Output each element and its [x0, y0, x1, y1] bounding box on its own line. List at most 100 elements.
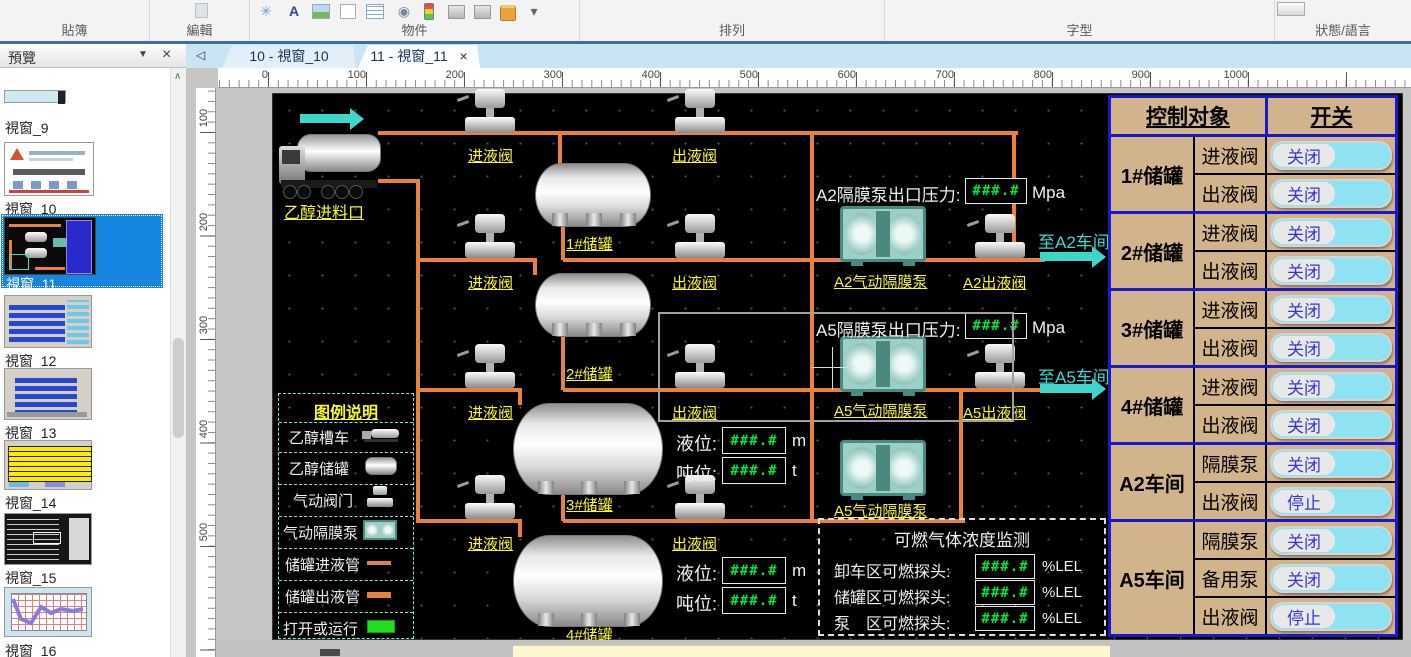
- preview-scrollbar[interactable]: ∧: [170, 68, 186, 657]
- outlet-valve-2[interactable]: [675, 214, 725, 260]
- pipe-tank2-in[interactable]: [533, 260, 537, 275]
- outlet-valve-2-label[interactable]: 出液阀: [672, 272, 717, 293]
- inlet-valve-2[interactable]: [465, 214, 515, 260]
- pipe-feed-vertical[interactable]: [416, 179, 420, 523]
- gas-row2-display[interactable]: ###.#: [975, 580, 1035, 605]
- tab-close-icon[interactable]: ×: [460, 48, 468, 64]
- pipe-tank2-out[interactable]: [561, 335, 565, 390]
- scrollbar-thumb[interactable]: [173, 338, 184, 438]
- a2-pressure-label[interactable]: A2隔膜泵出口压力:: [816, 181, 961, 206]
- to-a2-arrow-body[interactable]: [1040, 252, 1092, 261]
- inlet-valve-3-label[interactable]: 进液阀: [468, 402, 513, 423]
- device-object-icon[interactable]: [448, 5, 465, 19]
- switch-button-tank3-outlet[interactable]: 关闭: [1270, 333, 1392, 362]
- objects-dropdown-icon[interactable]: ▾: [524, 2, 544, 21]
- tab-window-11[interactable]: 11 - 視窗_11 ×: [358, 45, 480, 68]
- switch-button-tank2-inlet[interactable]: 关闭: [1270, 218, 1392, 247]
- a2-outlet-valve[interactable]: [975, 214, 1025, 260]
- tank3-tons-label[interactable]: 吨位:: [676, 460, 717, 486]
- chart-object-icon[interactable]: [474, 5, 491, 19]
- tank2-label[interactable]: 2#储罐: [566, 363, 613, 384]
- tank3-tons-display[interactable]: ###.#: [722, 457, 786, 484]
- gas-monitor-panel[interactable]: 可燃气体浓度监测 卸车区可燃探头: ###.# %LEL 储罐区可燃探头: ##…: [818, 518, 1106, 636]
- tank4-tons-label[interactable]: 吨位:: [676, 590, 717, 616]
- switch-button-a2-outlet[interactable]: 停止: [1270, 487, 1392, 516]
- table-object-icon[interactable]: [366, 4, 384, 19]
- thumbnail-win14[interactable]: [4, 440, 92, 490]
- switch-button-tank1-outlet[interactable]: 关闭: [1270, 179, 1392, 208]
- pipe-row2-a2[interactable]: [563, 258, 1045, 262]
- status-small-button[interactable]: [1277, 2, 1305, 16]
- thumbnail-win10[interactable]: [4, 142, 94, 196]
- switch-button-tank1-inlet[interactable]: 关闭: [1270, 141, 1392, 170]
- pipe-tank4-in[interactable]: [518, 521, 522, 537]
- thumbnail-win11-selection[interactable]: 視窗_11: [1, 214, 163, 288]
- thumbnail-label-win15[interactable]: 視窗_15: [5, 568, 56, 588]
- tank3-level-display[interactable]: ###.#: [722, 427, 786, 454]
- switch-button-a5-outlet[interactable]: 停止: [1270, 602, 1392, 631]
- pipe-tank1-in[interactable]: [558, 133, 562, 165]
- thumbnail-win11[interactable]: [4, 217, 96, 275]
- tab-window-10[interactable]: 10 - 視窗_10: [222, 45, 356, 69]
- switch-button-a2-pump[interactable]: 关闭: [1270, 449, 1392, 478]
- tank4-level-display[interactable]: ###.#: [722, 557, 786, 584]
- tank-2[interactable]: [535, 273, 651, 337]
- switch-button-a5-backup-pump[interactable]: 关闭: [1270, 564, 1392, 593]
- a5-diaphragm-pump-2[interactable]: [840, 440, 926, 496]
- scrollbar-up-icon[interactable]: ∧: [174, 71, 181, 82]
- tanker-truck[interactable]: [277, 124, 381, 198]
- tank3-level-label[interactable]: 液位:: [676, 430, 717, 456]
- thumbnail-win16[interactable]: [4, 587, 92, 637]
- tank-3[interactable]: [513, 403, 663, 495]
- a2-pump-label[interactable]: A2气动隔膜泵: [834, 271, 927, 292]
- copy-icon[interactable]: [195, 3, 208, 18]
- image-object-icon[interactable]: [312, 4, 330, 19]
- switch-button-tank4-outlet[interactable]: 关闭: [1270, 410, 1392, 439]
- draw-shape-icon[interactable]: ✳: [256, 2, 276, 21]
- panel-close-icon[interactable]: ×: [162, 46, 171, 64]
- feed-inlet-label[interactable]: 乙醇进料口: [284, 199, 364, 223]
- traffic-light-object-icon[interactable]: [424, 3, 434, 20]
- tank4-level-label[interactable]: 液位:: [676, 560, 717, 586]
- a2-outlet-valve-label[interactable]: A2出液阀: [963, 272, 1026, 293]
- thumbnail-win9[interactable]: [4, 90, 66, 103]
- tank1-label[interactable]: 1#储罐: [566, 233, 613, 254]
- frame-object-icon[interactable]: [340, 4, 356, 19]
- gas-row1-display[interactable]: ###.#: [975, 554, 1035, 579]
- tank-1[interactable]: [535, 163, 651, 227]
- cube-object-icon[interactable]: [500, 5, 516, 21]
- outlet-valve-1-label[interactable]: 出液阀: [672, 145, 717, 166]
- gas-row3-display[interactable]: ###.#: [975, 606, 1035, 631]
- thumbnail-win13[interactable]: [4, 368, 92, 420]
- inlet-valve-2-label[interactable]: 进液阀: [468, 272, 513, 293]
- tank3-label[interactable]: 3#储罐: [566, 494, 613, 515]
- switch-button-tank3-inlet[interactable]: 关闭: [1270, 295, 1392, 324]
- inlet-valve-1[interactable]: [465, 89, 515, 135]
- feed-arrow-body[interactable]: [300, 114, 350, 123]
- tab-scroll-left-icon[interactable]: ◁: [196, 48, 205, 62]
- text-object-icon[interactable]: A: [284, 2, 304, 21]
- thumbnail-win15[interactable]: [4, 513, 92, 565]
- switch-button-tank4-inlet[interactable]: 关闭: [1270, 372, 1392, 401]
- thumbnail-label-win16[interactable]: 視窗_16: [5, 641, 56, 657]
- inlet-valve-1-label[interactable]: 进液阀: [468, 145, 513, 166]
- inlet-valve-4-label[interactable]: 进液阀: [468, 533, 513, 554]
- to-a5-arrow-body[interactable]: [1040, 384, 1092, 393]
- outlet-valve-4-label[interactable]: 出液阀: [672, 533, 717, 554]
- a2-diaphragm-pump[interactable]: [840, 206, 926, 262]
- thumbnail-label-win14[interactable]: 視窗_14: [5, 493, 56, 513]
- legend-box[interactable]: 图例说明 乙醇槽车 乙醇储罐 气动阀门 气动隔膜泵 储罐进液管 储罐出液管 打开…: [278, 393, 414, 639]
- outlet-valve-1[interactable]: [675, 89, 725, 135]
- pipe-tank1-out[interactable]: [561, 225, 565, 260]
- pipe-tank3-in[interactable]: [518, 390, 522, 405]
- panel-collapse-icon[interactable]: ▼: [138, 49, 148, 60]
- meter-object-icon[interactable]: ◉: [394, 2, 414, 21]
- thumbnail-label-win11[interactable]: 視窗_11: [6, 274, 56, 294]
- pipe-tank3-out[interactable]: [561, 493, 565, 521]
- switch-button-a5-pump[interactable]: 关闭: [1270, 526, 1392, 555]
- pipe-truck-exit[interactable]: [378, 179, 418, 183]
- switch-button-tank2-outlet[interactable]: 关闭: [1270, 256, 1392, 285]
- thumbnail-label-win9[interactable]: 視窗_9: [5, 118, 49, 138]
- a2-pressure-display[interactable]: ###.#: [965, 178, 1027, 204]
- thumbnail-win12[interactable]: [4, 295, 92, 348]
